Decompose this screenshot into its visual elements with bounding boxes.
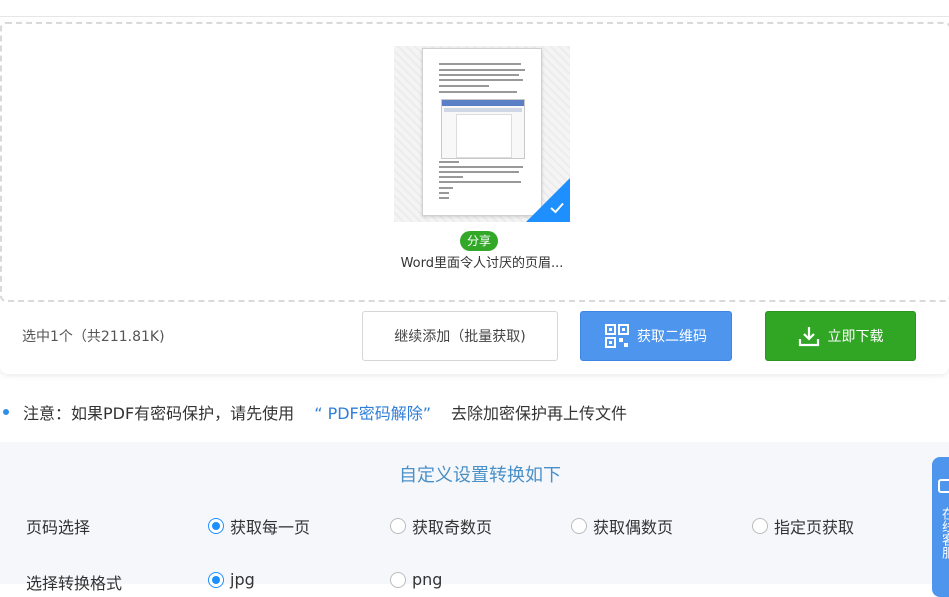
- add-more-button[interactable]: 继续添加（批量获取): [362, 311, 558, 361]
- format-option-jpg[interactable]: jpg: [208, 570, 255, 589]
- qr-code-button[interactable]: 获取二维码: [580, 311, 732, 361]
- selection-info: 选中1个（共211.81K): [22, 329, 165, 345]
- share-badge[interactable]: 分享: [460, 231, 499, 251]
- format-option-png[interactable]: png: [390, 570, 442, 589]
- chat-icon: [938, 479, 949, 493]
- page-option-even[interactable]: 获取偶数页: [571, 514, 673, 538]
- file-name: Word里面令人讨厌的页眉...: [400, 256, 564, 271]
- online-service-label: 在线客服: [939, 507, 949, 559]
- radio-unselected[interactable]: [390, 518, 406, 534]
- file-thumbnail[interactable]: [394, 46, 570, 222]
- upload-card: 分享 Word里面令人讨厌的页眉... 选中1个（共211.81K) 继续添加（…: [0, 22, 949, 374]
- qr-code-label: 获取二维码: [637, 329, 707, 345]
- download-label: 立即下载: [827, 329, 884, 345]
- radio-selected[interactable]: [208, 518, 224, 534]
- top-divider: [0, 16, 949, 17]
- settings-title: 自定义设置转换如下: [399, 465, 561, 486]
- download-icon: [798, 327, 819, 347]
- qr-code-icon: [605, 324, 629, 348]
- conversion-settings: 自定义设置转换如下 页码选择 获取每一页 获取奇数页 获取偶数页 指定页获取 选…: [0, 442, 949, 593]
- file-item[interactable]: 分享 Word里面令人讨厌的页眉...: [394, 46, 570, 271]
- page-select-label: 页码选择: [26, 518, 91, 537]
- pdf-page-preview: [422, 48, 542, 216]
- notice-prefix: 注意：如果PDF有密码保护，请先使用: [23, 404, 295, 423]
- checkmark-icon: [550, 202, 564, 214]
- page-option-odd[interactable]: 获取奇数页: [390, 514, 492, 538]
- download-button[interactable]: 立即下载: [765, 311, 916, 361]
- notice-suffix: 去除加密保护再上传文件: [451, 404, 628, 423]
- page-option-specific[interactable]: 指定页获取: [752, 514, 854, 538]
- add-more-label: 继续添加（批量获取): [394, 329, 526, 345]
- online-service-tab[interactable]: 在线客服: [932, 457, 949, 597]
- password-notice: 注意：如果PDF有密码保护，请先使用 “ PDF密码解除” 去除加密保护再上传文…: [0, 398, 627, 426]
- file-dropzone[interactable]: 分享 Word里面令人讨厌的页眉...: [0, 22, 949, 302]
- bullet-dot: [3, 409, 9, 415]
- pdf-unlock-link[interactable]: “ PDF密码解除”: [314, 400, 431, 424]
- radio-unselected[interactable]: [571, 518, 587, 534]
- radio-selected[interactable]: [208, 571, 224, 588]
- format-label: 选择转换格式: [26, 574, 123, 593]
- radio-unselected[interactable]: [390, 571, 406, 588]
- page-option-every[interactable]: 获取每一页: [208, 514, 310, 538]
- radio-unselected[interactable]: [752, 518, 768, 534]
